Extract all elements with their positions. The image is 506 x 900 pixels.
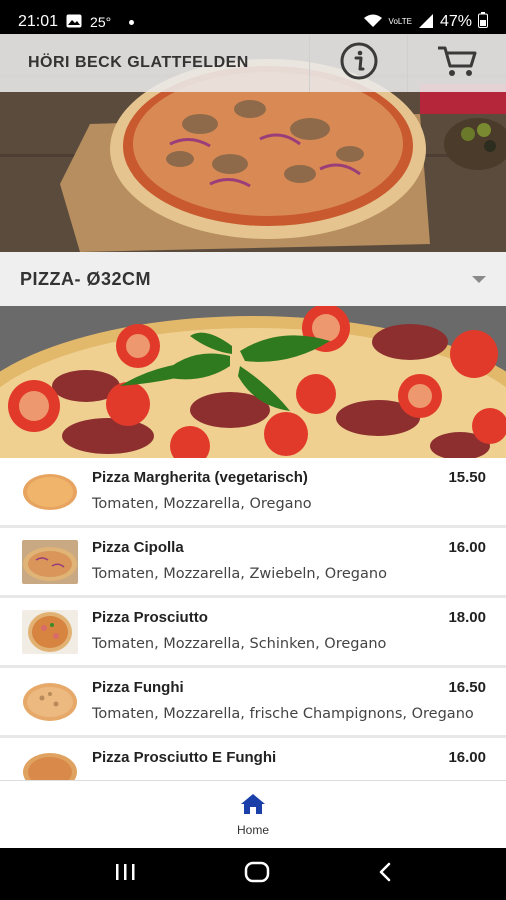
- item-description: Tomaten, Mozzarella, Schinken, Oregano: [92, 636, 387, 652]
- item-name: Pizza Prosciutto E Funghi: [92, 749, 277, 766]
- home-circle-icon[interactable]: [244, 861, 270, 887]
- item-name: Pizza Cipolla: [92, 539, 184, 556]
- info-button[interactable]: [310, 34, 408, 92]
- menu-list: Pizza Margherita (vegetarisch) 15.50 Tom…: [0, 458, 506, 780]
- app-header: HÖRI BECK GLATTFELDEN: [0, 34, 506, 92]
- bottom-navigation: Home: [0, 780, 506, 848]
- back-icon[interactable]: [377, 862, 393, 886]
- recents-icon[interactable]: [113, 863, 137, 885]
- menu-item[interactable]: Pizza Margherita (vegetarisch) 15.50 Tom…: [0, 458, 506, 525]
- status-temperature: 25°: [90, 14, 112, 30]
- info-icon: [339, 41, 379, 85]
- cart-button[interactable]: [408, 34, 506, 92]
- item-price: 18.00: [448, 609, 486, 626]
- photo-icon: [66, 13, 82, 32]
- menu-item[interactable]: Pizza Cipolla 16.00 Tomaten, Mozzarella,…: [0, 528, 506, 595]
- pizza-thumbnail: [22, 680, 78, 724]
- signal-icon: [418, 13, 434, 32]
- pizza-thumbnail: [22, 540, 78, 584]
- category-dropdown[interactable]: PIZZA- Ø32CM: [0, 252, 506, 306]
- nav-home-button[interactable]: Home: [237, 793, 269, 837]
- cart-icon: [436, 44, 478, 82]
- item-name: Pizza Margherita (vegetarisch): [92, 469, 308, 486]
- item-description: Tomaten, Mozzarella, Oregano: [92, 496, 312, 512]
- pizza-thumbnail: [22, 610, 78, 654]
- wifi-icon: [363, 13, 383, 32]
- menu-item[interactable]: Pizza Prosciutto E Funghi 16.00: [0, 738, 506, 780]
- battery-icon: [478, 12, 488, 32]
- item-description: Tomaten, Mozzarella, Zwiebeln, Oregano: [92, 566, 387, 582]
- item-description: Tomaten, Mozzarella, frische Champignons…: [92, 706, 474, 722]
- restaurant-name: HÖRI BECK GLATTFELDEN: [0, 34, 310, 92]
- chevron-down-icon: [472, 275, 486, 283]
- volte-icon: VoLTE: [388, 17, 412, 26]
- item-name: Pizza Prosciutto: [92, 609, 208, 626]
- system-navigation-bar: [0, 848, 506, 900]
- status-time: 21:01: [18, 13, 59, 30]
- item-price: 16.00: [448, 749, 486, 766]
- status-battery-percent: 47%: [439, 13, 472, 30]
- pizza-thumbnail: [22, 470, 78, 514]
- category-banner-image: [0, 306, 506, 458]
- item-price: 16.00: [448, 539, 486, 556]
- pizza-thumbnail: [22, 750, 78, 780]
- item-price: 15.50: [448, 469, 486, 486]
- menu-item[interactable]: Pizza Prosciutto 18.00 Tomaten, Mozzarel…: [0, 598, 506, 665]
- menu-item[interactable]: Pizza Funghi 16.50 Tomaten, Mozzarella, …: [0, 668, 506, 735]
- nav-home-label: Home: [236, 822, 269, 837]
- home-icon: [240, 793, 266, 819]
- dot-icon: [129, 19, 135, 25]
- item-price: 16.50: [448, 679, 486, 696]
- category-label: PIZZA- Ø32CM: [20, 268, 152, 289]
- item-name: Pizza Funghi: [92, 679, 184, 696]
